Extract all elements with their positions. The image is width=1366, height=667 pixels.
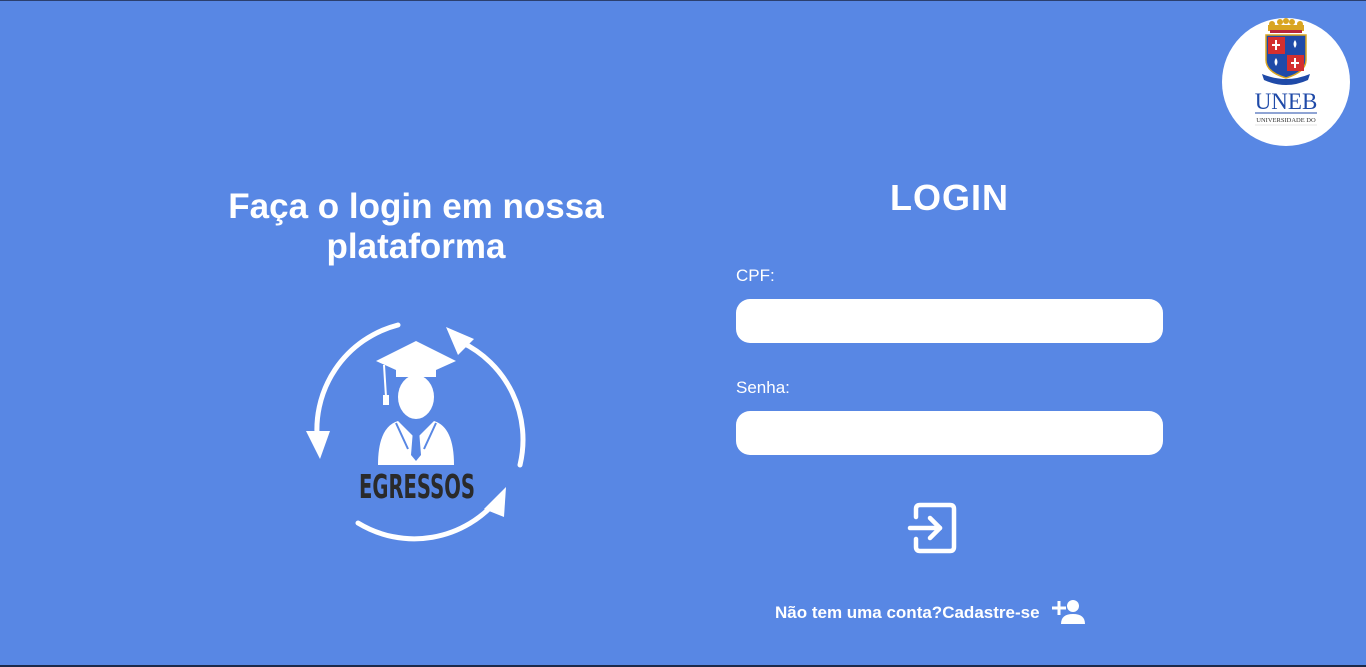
login-title: LOGIN: [890, 177, 1009, 218]
signup-row: Não tem uma conta? Cadastre-se: [775, 599, 1086, 627]
signup-link[interactable]: Cadastre-se: [942, 603, 1039, 623]
egressos-emblem: EGRESSOS: [298, 317, 538, 562]
emblem-text: EGRESSOS: [359, 467, 475, 506]
password-input[interactable]: [736, 411, 1163, 455]
signup-prompt: Não tem uma conta?: [775, 603, 943, 622]
password-label: Senha:: [736, 378, 790, 397]
person-add-icon[interactable]: [1050, 599, 1086, 627]
crown-icon: [1268, 18, 1304, 33]
university-logo: UNEB UNIVERSIDADE DO: [1222, 18, 1350, 146]
cpf-input[interactable]: [736, 299, 1163, 343]
login-submit-button[interactable]: [906, 501, 960, 555]
page-title: Faça o login em nossa plataforma: [228, 187, 604, 266]
shield-icon: [1265, 34, 1307, 79]
university-subtitle: UNIVERSIDADE DO: [1256, 117, 1316, 124]
graduate-icon: [376, 341, 456, 465]
cpf-label: CPF:: [736, 266, 775, 285]
login-icon: [907, 502, 957, 554]
university-acronym: UNEB: [1255, 89, 1318, 114]
